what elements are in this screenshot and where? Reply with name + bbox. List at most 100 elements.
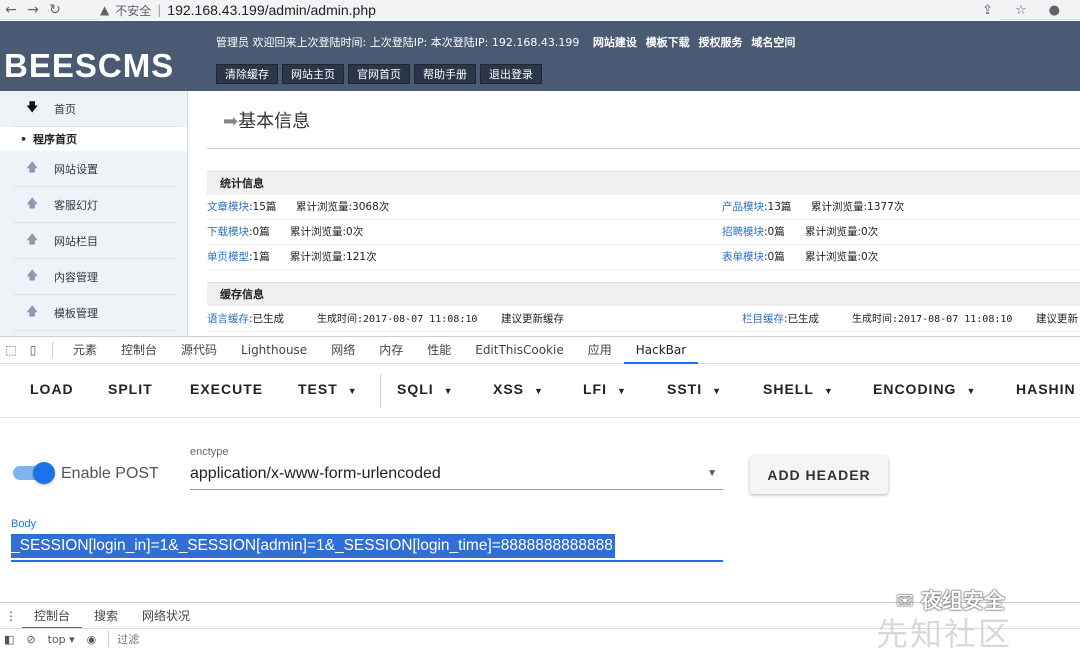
cache-header: 缓存信息 — [207, 282, 1080, 306]
watermark-text: ✉ 夜组安全 — [896, 589, 1005, 613]
stat-label[interactable]: 文章模块 — [207, 201, 249, 213]
enable-post-toggle[interactable] — [13, 462, 55, 484]
sidebar-item-site-settings[interactable]: 🡅 网站设置 — [14, 151, 177, 187]
sidebar-item-template-management[interactable]: 🡅 模板管理 — [14, 295, 177, 331]
drawer-tab-search[interactable]: 搜索 — [82, 603, 130, 629]
sidebar-item-site-columns[interactable]: 🡅 网站栏目 — [14, 223, 177, 259]
watermark-site-text: 先知社区 — [876, 615, 1013, 653]
drawer-tab-network-conditions[interactable]: 网络状况 — [130, 603, 202, 629]
stat-views: 累计浏览量:1377次 — [811, 201, 905, 213]
forward-icon[interactable]: → — [22, 2, 44, 18]
stat-views: 累计浏览量:0次 — [805, 226, 879, 238]
stat-label[interactable]: 招聘模块 — [722, 226, 764, 238]
header-link-domain-hosting[interactable]: 域名空间 — [751, 36, 795, 49]
encoding-dropdown[interactable]: ENCODING ▼ — [873, 381, 976, 397]
caret-down-icon: ▼ — [617, 386, 627, 396]
tab-elements[interactable]: 元素 — [61, 336, 109, 364]
stat-label[interactable]: 下载模块 — [207, 226, 249, 238]
url-separator: | — [157, 3, 162, 17]
help-manual-button[interactable]: 帮助手册 — [414, 64, 476, 84]
logout-button[interactable]: 退出登录 — [480, 64, 542, 84]
header-link-template-download[interactable]: 模板下载 — [646, 36, 690, 49]
back-icon[interactable]: ← — [0, 2, 22, 18]
down-arrow-icon: 🡇 — [26, 100, 39, 114]
cms-logo: BEESCMS — [4, 47, 175, 84]
enctype-select[interactable]: application/x-www-form-urlencoded ▼ — [190, 462, 723, 490]
ssti-dropdown[interactable]: SSTI ▼ — [667, 381, 722, 397]
dropdown-arrow-icon: ▼ — [707, 468, 717, 479]
sidebar-toggle-icon[interactable]: ◧ — [4, 633, 14, 646]
tab-sources[interactable]: 源代码 — [169, 336, 229, 364]
up-arrow-icon: 🡅 — [26, 268, 39, 282]
share-icon[interactable]: ⇪ — [982, 3, 993, 18]
bookmark-star-icon[interactable]: ☆ — [1015, 3, 1027, 18]
stats-header: 统计信息 — [207, 171, 1080, 195]
split-button[interactable]: SPLIT — [108, 381, 153, 397]
profile-icon[interactable]: ● — [1049, 3, 1060, 18]
add-header-button[interactable]: ADD HEADER — [750, 456, 888, 494]
main-content: ➡基本信息 统计信息 文章模块:15篇 累计浏览量:3068次 产品模块:13篇… — [189, 91, 1080, 336]
device-toggle-icon[interactable]: ▯ — [22, 343, 44, 357]
lfi-dropdown[interactable]: LFI ▼ — [583, 381, 627, 397]
header-link-license-service[interactable]: 授权服务 — [699, 36, 743, 49]
enctype-label: enctype — [190, 446, 229, 458]
eye-icon[interactable]: ◉ — [87, 633, 97, 646]
official-home-button[interactable]: 官网首页 — [348, 64, 410, 84]
body-value-selected[interactable]: _SESSION[login_in]=1&_SESSION[admin]=1&_… — [11, 534, 615, 558]
clear-cache-button[interactable]: 清除缓存 — [216, 64, 278, 84]
sidebar-item-service-slides[interactable]: 🡅 客服幻灯 — [14, 187, 177, 223]
stat-label[interactable]: 单页模型 — [207, 251, 249, 263]
load-button[interactable]: LOAD — [30, 381, 74, 397]
sidebar-subitem-program-home[interactable]: • 程序首页 — [0, 127, 187, 151]
filter-input[interactable]: 过滤 — [108, 631, 139, 647]
header-link-site-build[interactable]: 网站建设 — [593, 36, 637, 49]
tab-console[interactable]: 控制台 — [109, 336, 169, 364]
test-dropdown[interactable]: TEST ▼ — [298, 381, 358, 397]
hackbar-toolbar: LOAD SPLIT EXECUTE TEST ▼ SQLI ▼ XSS ▼ LFI ▼… — [0, 364, 1080, 418]
hashing-dropdown[interactable]: HASHIN — [1016, 381, 1076, 397]
tab-editthiscookie[interactable]: EditThisCookie — [463, 336, 576, 364]
stat-label[interactable]: 表单模块 — [722, 251, 764, 263]
page-title: ➡基本信息 — [223, 111, 311, 132]
table-row: 文章模块:15篇 累计浏览量:3068次 产品模块:13篇 累计浏览量:1377… — [207, 195, 1080, 220]
table-row: 单页模型:1篇 累计浏览量:121次 表单模块:0篇 累计浏览量:0次 — [207, 245, 1080, 270]
sidebar-item-label: 内容管理 — [54, 270, 98, 284]
context-select[interactable]: top ▾ — [48, 633, 75, 646]
inspect-icon[interactable]: ⬚ — [0, 343, 22, 357]
cache-time: 生成时间:2017-08-07 11:08:10 — [852, 314, 1013, 325]
body-input[interactable]: _SESSION[login_in]=1&_SESSION[admin]=1&_… — [11, 532, 723, 562]
tab-memory[interactable]: 内存 — [367, 336, 415, 364]
tab-network[interactable]: 网络 — [319, 336, 367, 364]
right-arrow-icon: ➡ — [223, 111, 239, 132]
execute-button[interactable]: EXECUTE — [190, 381, 263, 397]
welcome-text: 管理员 欢迎回来上次登陆时间: 上次登陆IP: 本次登陆IP: 192.168.… — [216, 36, 580, 49]
sidebar: 🡇 首页 • 程序首页 🡅 网站设置 🡅 客服幻灯 🡅 网站栏目 🡅 内容管理 … — [0, 91, 188, 336]
xss-dropdown[interactable]: XSS ▼ — [493, 381, 544, 397]
drawer-tab-console[interactable]: 控制台 — [22, 603, 83, 629]
site-home-button[interactable]: 网站主页 — [282, 64, 344, 84]
caret-down-icon: ▼ — [534, 386, 544, 396]
cache-label[interactable]: 语言缓存 — [207, 313, 249, 325]
stat-label[interactable]: 产品模块 — [722, 201, 764, 213]
cache-action: 建议更新缓存 — [501, 313, 564, 325]
cache-label[interactable]: 栏目缓存 — [742, 313, 784, 325]
url-text[interactable]: 192.168.43.199/admin/admin.php — [167, 2, 376, 18]
sqli-dropdown[interactable]: SQLI ▼ — [397, 381, 454, 397]
reload-icon[interactable]: ↻ — [44, 2, 66, 18]
sidebar-item-content-management[interactable]: 🡅 内容管理 — [14, 259, 177, 295]
url-box[interactable]: ▲ 不安全 | 192.168.43.199/admin/admin.php — [100, 0, 1000, 20]
up-arrow-icon: 🡅 — [26, 304, 39, 318]
tab-lighthouse[interactable]: Lighthouse — [229, 336, 319, 364]
clear-console-icon[interactable]: ⊘ — [26, 633, 35, 646]
insecure-label: 不安全 — [115, 3, 152, 18]
tab-application[interactable]: 应用 — [576, 336, 624, 364]
more-vert-icon[interactable]: ⋮ — [0, 609, 22, 623]
shell-dropdown[interactable]: SHELL ▼ — [763, 381, 834, 397]
sidebar-item-home[interactable]: 🡇 首页 — [14, 91, 177, 127]
caret-down-icon: ▼ — [712, 386, 723, 396]
body-label: Body — [11, 518, 37, 530]
tab-hackbar[interactable]: HackBar — [623, 336, 699, 364]
tab-performance[interactable]: 性能 — [415, 336, 463, 364]
sidebar-item-label: 模板管理 — [54, 306, 98, 320]
toggle-knob — [33, 462, 55, 484]
